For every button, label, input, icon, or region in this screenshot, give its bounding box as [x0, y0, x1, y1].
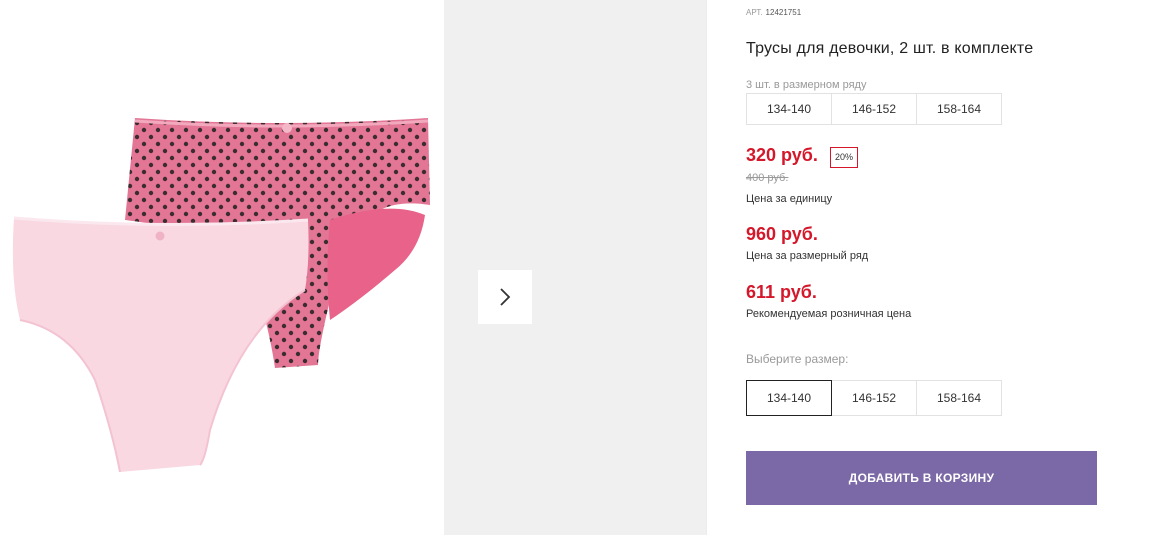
size-option-selected[interactable]: 134-140 — [746, 380, 832, 416]
chevron-right-icon — [500, 288, 511, 306]
old-price: 400 руб. — [746, 172, 789, 184]
add-to-cart-button[interactable]: ДОБАВИТЬ В КОРЗИНУ — [746, 451, 1097, 505]
unit-price: 320 руб. — [746, 145, 818, 165]
size-selector: 134-140 146-152 158-164 — [746, 380, 1002, 416]
size-option[interactable]: 146-152 — [831, 380, 917, 416]
choose-size-label: Выберите размер: — [746, 352, 849, 366]
size-range-label: 3 шт. в размерном ряду — [746, 79, 867, 91]
range-price-caption: Цена за размерный ряд — [746, 250, 869, 262]
product-photo-illustration — [12, 118, 430, 473]
rrp-price: 611 руб. — [746, 282, 817, 302]
product-details: АРТ. 12421751 Трусы для девочки, 2 шт. в … — [746, 0, 1106, 535]
size-option[interactable]: 158-164 — [916, 380, 1002, 416]
product-title: Трусы для девочки, 2 шт. в комплекте — [746, 40, 1034, 57]
article-value: 12421751 — [765, 8, 802, 17]
size-range-item: 158-164 — [916, 93, 1002, 125]
rrp-caption: Рекомендуемая розничная цена — [746, 308, 912, 320]
range-price: 960 руб. — [746, 224, 818, 244]
gallery-side-panel — [444, 0, 706, 535]
article-label: АРТ. — [746, 8, 763, 17]
article-number: АРТ. 12421751 — [746, 8, 801, 17]
light-pink-panties — [12, 216, 309, 473]
unit-price-caption: Цена за единицу — [746, 193, 833, 205]
size-range-list: 134-140 146-152 158-164 — [746, 93, 1002, 125]
product-photo[interactable] — [0, 0, 444, 535]
size-range-item: 134-140 — [746, 93, 832, 125]
size-range-item: 146-152 — [831, 93, 917, 125]
discount-badge: 20% — [830, 147, 859, 168]
gallery-next-button[interactable] — [478, 270, 532, 324]
product-gallery — [0, 0, 707, 535]
